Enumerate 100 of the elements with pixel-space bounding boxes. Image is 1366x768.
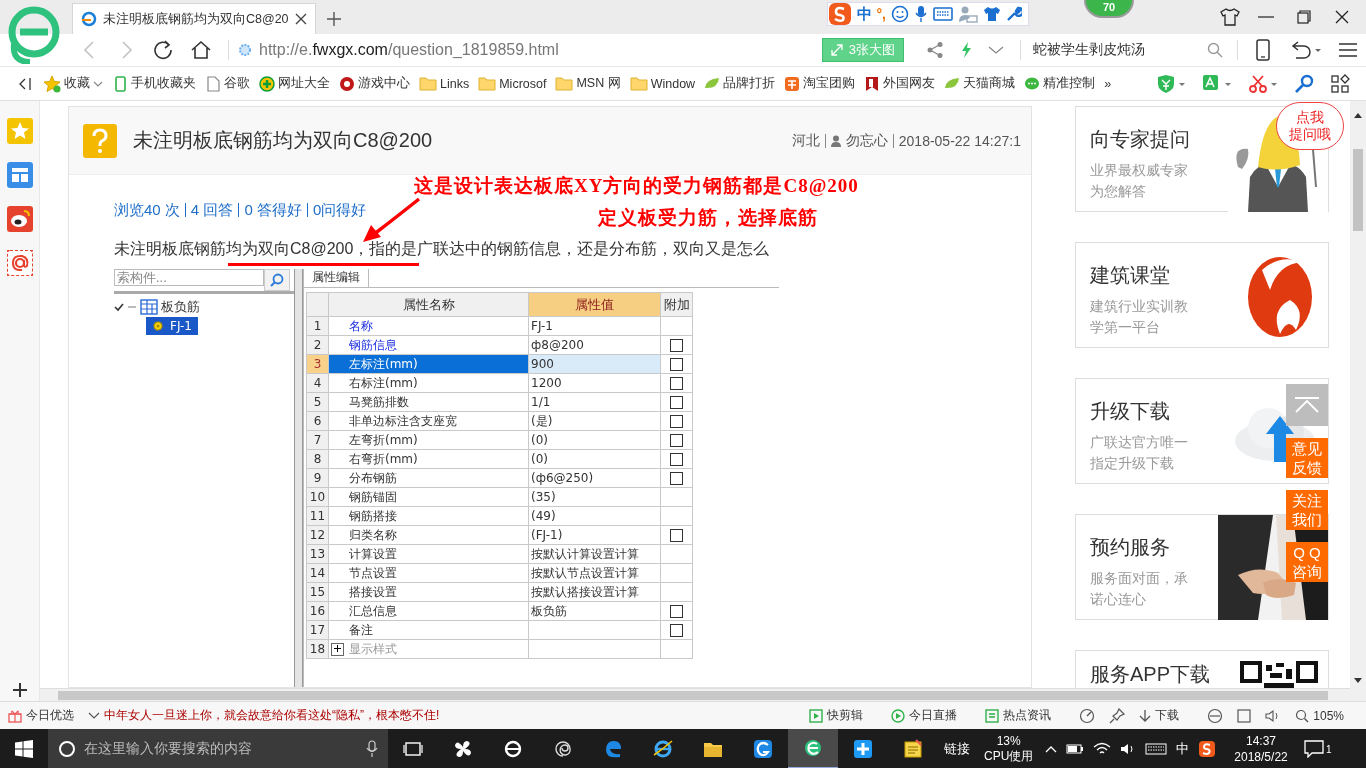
table-cell[interactable]: 名称 xyxy=(328,316,529,336)
column-header[interactable]: 属性值 xyxy=(528,292,661,317)
chevron-down-icon[interactable] xyxy=(88,711,100,720)
stat-link[interactable]: 0问得好 xyxy=(312,200,367,220)
shield-icon[interactable] xyxy=(1156,73,1186,94)
bookmark-item[interactable]: 游戏中心 xyxy=(339,75,410,92)
checkbox[interactable] xyxy=(670,472,683,485)
home-icon[interactable] xyxy=(190,39,212,61)
checkbox[interactable] xyxy=(670,339,683,352)
table-cell[interactable]: 计算设置 xyxy=(328,544,529,564)
table-cell[interactable]: 左弯折(mm) xyxy=(328,430,529,450)
window-icon[interactable] xyxy=(1237,708,1252,723)
tree-item[interactable]: FJ-1 xyxy=(146,317,198,335)
table-cell[interactable]: 右弯折(mm) xyxy=(328,449,529,469)
microphone-icon[interactable] xyxy=(914,5,928,23)
taskbar-search-field[interactable]: 在这里输入你要搜索的内容 xyxy=(48,729,388,768)
table-cell[interactable]: 节点设置 xyxy=(328,563,529,583)
checkbox[interactable] xyxy=(670,453,683,466)
table-cell[interactable]: 分布钢筋 xyxy=(328,468,529,488)
search-icon[interactable] xyxy=(1207,42,1223,58)
search-button[interactable] xyxy=(264,269,290,291)
checkbox[interactable] xyxy=(670,415,683,428)
address-field[interactable]: http://e.fwxgx.com/question_1819859.html xyxy=(237,37,822,63)
more-bookmarks-button[interactable]: » xyxy=(1104,76,1112,91)
news-link[interactable]: 中年女人一旦迷上你，就会故意给你看这处“隐私”，根本憋不住! xyxy=(104,707,440,724)
speech-bubble[interactable]: 点我 提问哦 xyxy=(1276,102,1344,150)
table-cell[interactable]: 马凳筋排数 xyxy=(328,392,529,412)
bookmark-item[interactable]: Links xyxy=(419,76,470,91)
column-header[interactable]: 属性名称 xyxy=(328,292,529,317)
scroll-up-icon[interactable] xyxy=(1353,111,1363,119)
close-icon[interactable] xyxy=(294,13,307,25)
bookmark-item[interactable]: MSN 网 xyxy=(555,75,621,92)
input-method-logo-icon[interactable] xyxy=(1198,740,1217,758)
table-cell[interactable]: 右标注(mm) xyxy=(328,373,529,393)
wrench-icon[interactable] xyxy=(1006,6,1022,22)
table-cell[interactable]: 钢筋信息 xyxy=(328,335,529,355)
add-icon[interactable] xyxy=(11,682,28,698)
clock[interactable]: 14:37 2018/5/22 xyxy=(1234,733,1288,765)
weibo-icon[interactable] xyxy=(6,206,33,232)
bookmark-item[interactable]: 收藏 xyxy=(43,74,103,93)
tablet-icon[interactable] xyxy=(1254,38,1272,62)
checkbox[interactable] xyxy=(670,624,683,637)
skin-icon[interactable] xyxy=(1220,8,1240,26)
checkbox[interactable] xyxy=(670,377,683,390)
scissors-icon[interactable] xyxy=(1248,73,1278,94)
checkbox[interactable] xyxy=(670,529,683,542)
bookmark-item[interactable]: 网址大全 xyxy=(259,75,330,92)
stat-link[interactable]: 0 答得好 xyxy=(244,200,302,220)
bookmark-item[interactable]: 外国网友 xyxy=(864,75,936,92)
menu-icon[interactable] xyxy=(1338,41,1358,59)
download-button[interactable]: 下载 xyxy=(1139,707,1180,724)
speed-icon[interactable] xyxy=(1079,707,1096,724)
collapse-sidebar-icon[interactable] xyxy=(18,76,34,91)
keyboard-icon[interactable] xyxy=(933,7,953,21)
list-icon[interactable] xyxy=(6,162,33,188)
links-toolbar[interactable]: 链接 xyxy=(944,740,970,758)
column-header[interactable]: 附加 xyxy=(660,292,693,317)
key-icon[interactable] xyxy=(1294,73,1314,94)
chevron-up-icon[interactable] xyxy=(1045,745,1058,753)
bookmark-item[interactable]: 品牌打折 xyxy=(704,75,776,92)
input-mode-button[interactable]: 中 xyxy=(856,4,872,24)
new-tab-icon[interactable] xyxy=(325,11,342,27)
bookmark-item[interactable]: 淘宝团购 xyxy=(784,75,856,92)
at-sign-icon[interactable] xyxy=(6,250,33,276)
ime-indicator[interactable]: 中 xyxy=(1176,740,1190,758)
reload-icon[interactable] xyxy=(152,39,174,61)
table-cell[interactable]: 钢筋锚固 xyxy=(328,487,529,507)
bookmark-item[interactable]: 谷歌 xyxy=(205,75,250,92)
wifi-icon[interactable] xyxy=(1093,742,1112,756)
shirt-icon[interactable] xyxy=(983,6,1001,22)
status-item[interactable]: 今日直播 xyxy=(891,707,958,724)
notification-button[interactable]: 1 xyxy=(1297,740,1338,758)
scroll-down-icon[interactable] xyxy=(1353,677,1363,685)
taskbar-app[interactable] xyxy=(788,729,838,768)
checkbox[interactable] xyxy=(670,358,683,371)
share-icon[interactable] xyxy=(926,41,944,59)
zoom-button[interactable]: 105% xyxy=(1295,708,1344,723)
browser-tab[interactable]: 未注明板底钢筋均为双向C8@20 xyxy=(72,3,316,34)
table-cell[interactable]: 归类名称 xyxy=(328,525,529,545)
stat-link[interactable]: 浏览40 次 xyxy=(114,200,180,220)
apps-icon[interactable] xyxy=(1330,73,1350,94)
scrollbar-thumb[interactable] xyxy=(1353,149,1363,231)
table-cell[interactable]: 备注 xyxy=(328,620,529,640)
bookmark-item[interactable]: 精准控制 xyxy=(1024,75,1096,92)
table-cell[interactable]: 搭接设置 xyxy=(328,582,529,602)
checkbox[interactable] xyxy=(670,434,683,447)
stat-link[interactable]: 4 回答 xyxy=(190,200,234,220)
bookmark-item[interactable]: 天猫商城 xyxy=(944,75,1016,92)
recommend-button[interactable]: 今日优选 xyxy=(8,707,74,724)
tree-item[interactable]: 板负筋 xyxy=(161,298,200,316)
checkbox[interactable] xyxy=(670,396,683,409)
bookmark-item[interactable]: Window xyxy=(629,76,696,91)
table-cell[interactable]: 钢筋搭接 xyxy=(328,506,529,526)
checkbox[interactable] xyxy=(670,605,683,618)
pin-icon[interactable] xyxy=(1109,707,1126,724)
status-item[interactable]: 快剪辑 xyxy=(809,707,864,724)
search-field[interactable]: 蛇被学生剥皮炖汤 xyxy=(1029,41,1229,59)
emoji-icon[interactable] xyxy=(891,5,909,23)
expand-toggle[interactable] xyxy=(331,642,344,656)
bookmark-item[interactable]: 手机收藏夹 xyxy=(112,75,196,92)
